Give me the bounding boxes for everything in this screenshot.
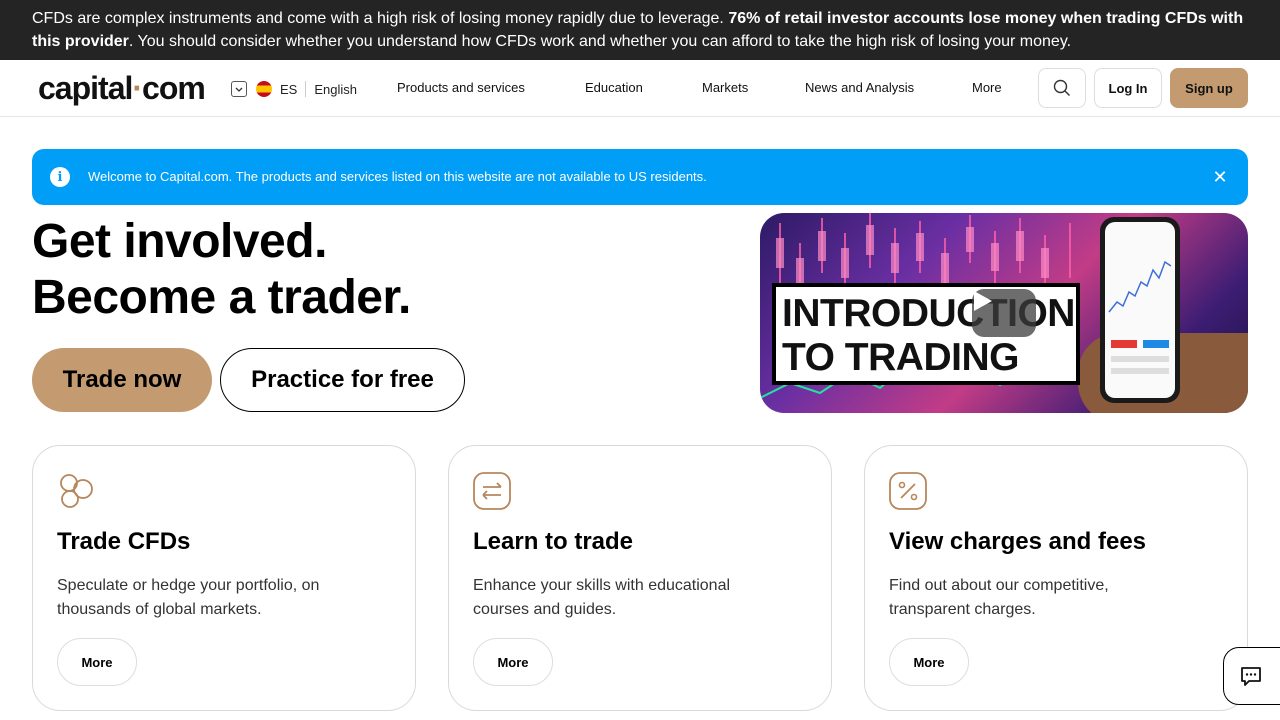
intro-video-thumbnail[interactable]: INTRODUCTION TO TRADING	[760, 213, 1248, 413]
risk-text-end: . You should consider whether you unders…	[128, 32, 1072, 50]
video-caption-line2: TO TRADING	[782, 336, 1019, 379]
card-title: View charges and fees	[889, 528, 1147, 555]
hero-title-line2: Become a trader.	[32, 271, 411, 324]
nav-education[interactable]: Education	[585, 80, 643, 95]
info-icon: i	[50, 167, 70, 187]
card-description: Enhance your skills with educational cou…	[473, 577, 731, 618]
language-selector[interactable]: ES English	[231, 79, 357, 99]
site-header: capital·com ES English Products and serv…	[0, 60, 1280, 117]
login-button[interactable]: Log In	[1094, 68, 1162, 108]
nav-markets[interactable]: Markets	[702, 80, 748, 95]
chevron-down-icon[interactable]	[231, 81, 247, 97]
spain-flag-icon	[256, 81, 272, 97]
search-icon	[1053, 79, 1070, 96]
region-code: ES	[280, 81, 298, 97]
nav-more[interactable]: More	[972, 80, 1002, 95]
chat-icon	[1241, 667, 1261, 686]
phone-image	[1100, 217, 1180, 403]
chat-button[interactable]	[1223, 647, 1280, 705]
divider	[305, 81, 307, 97]
nav-products-and-services[interactable]: Products and services	[397, 80, 525, 95]
card-trade-cfds: Trade CFDs Speculate or hedge your portf…	[32, 445, 416, 711]
capital-logo[interactable]: capital·com	[38, 70, 206, 107]
signup-button[interactable]: Sign up	[1170, 68, 1248, 108]
risk-warning-banner: CFDs are complex instruments and come wi…	[0, 0, 1280, 60]
risk-text-start: CFDs are complex instruments and come wi…	[32, 10, 729, 27]
exchange-arrows-icon	[473, 472, 511, 510]
percent-icon	[889, 472, 927, 510]
notice-message: Welcome to Capital.com. The products and…	[88, 169, 707, 184]
card-title: Trade CFDs	[57, 528, 191, 555]
trade-now-button[interactable]: Trade now	[32, 348, 212, 412]
play-icon	[974, 291, 992, 311]
card-more-button[interactable]: More	[473, 638, 553, 686]
hero-title: Get involved. Become a trader.	[32, 214, 411, 326]
language-name[interactable]: English	[314, 82, 357, 97]
card-more-button[interactable]: More	[889, 638, 969, 686]
card-description: Find out about our competitive, transpar…	[889, 577, 1109, 618]
card-title: Learn to trade	[473, 528, 634, 555]
us-residents-notice: i Welcome to Capital.com. The products a…	[32, 149, 1248, 205]
play-button[interactable]	[972, 289, 1036, 337]
card-more-button[interactable]: More	[57, 638, 137, 686]
card-learn-to-trade: Learn to trade Enhance your skills with …	[448, 445, 832, 711]
practice-for-free-button[interactable]: Practice for free	[220, 348, 465, 412]
hero-title-line1: Get involved.	[32, 215, 327, 268]
nav-news-and-analysis[interactable]: News and Analysis	[805, 80, 914, 95]
coins-icon	[60, 474, 93, 508]
card-description: Speculate or hedge your portfolio, on th…	[57, 577, 320, 618]
card-view-charges-and-fees: View charges and fees Find out about our…	[864, 445, 1248, 711]
close-icon[interactable]: ✕	[1210, 167, 1230, 187]
search-button[interactable]	[1038, 68, 1086, 108]
